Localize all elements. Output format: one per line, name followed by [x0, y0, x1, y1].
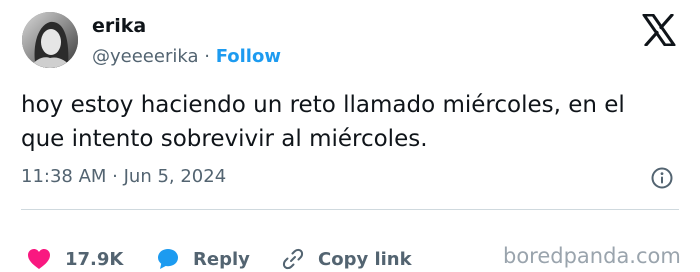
like-button[interactable]: 17.9K: [27, 246, 123, 272]
heart-icon: [28, 249, 50, 269]
reply-button[interactable]: Reply: [157, 246, 250, 272]
like-count: 17.9K: [65, 248, 124, 270]
reply-label: Reply: [193, 248, 250, 270]
x-logo-icon[interactable]: [642, 13, 676, 47]
author-name[interactable]: erika: [92, 15, 146, 37]
author-handle[interactable]: @yeeeerika: [92, 46, 199, 67]
copy-link-button[interactable]: Copy link: [282, 246, 412, 272]
tweet-timestamp[interactable]: 11:38 AM · Jun 5, 2024: [21, 166, 226, 187]
link-icon: [282, 248, 304, 270]
author-avatar[interactable]: [22, 12, 78, 68]
watermark: boredpanda.com: [503, 244, 681, 268]
copy-link-label: Copy link: [318, 248, 412, 270]
tweet-text: hoy estoy haciendo un reto llamado miérc…: [21, 92, 625, 152]
separator-dot: ·: [204, 46, 210, 67]
reply-bubble-icon: [158, 249, 178, 269]
follow-button[interactable]: Follow: [216, 46, 281, 67]
info-icon[interactable]: [650, 166, 674, 190]
author-handle-line: @yeeeerika · Follow: [92, 46, 281, 67]
divider: [21, 209, 679, 210]
